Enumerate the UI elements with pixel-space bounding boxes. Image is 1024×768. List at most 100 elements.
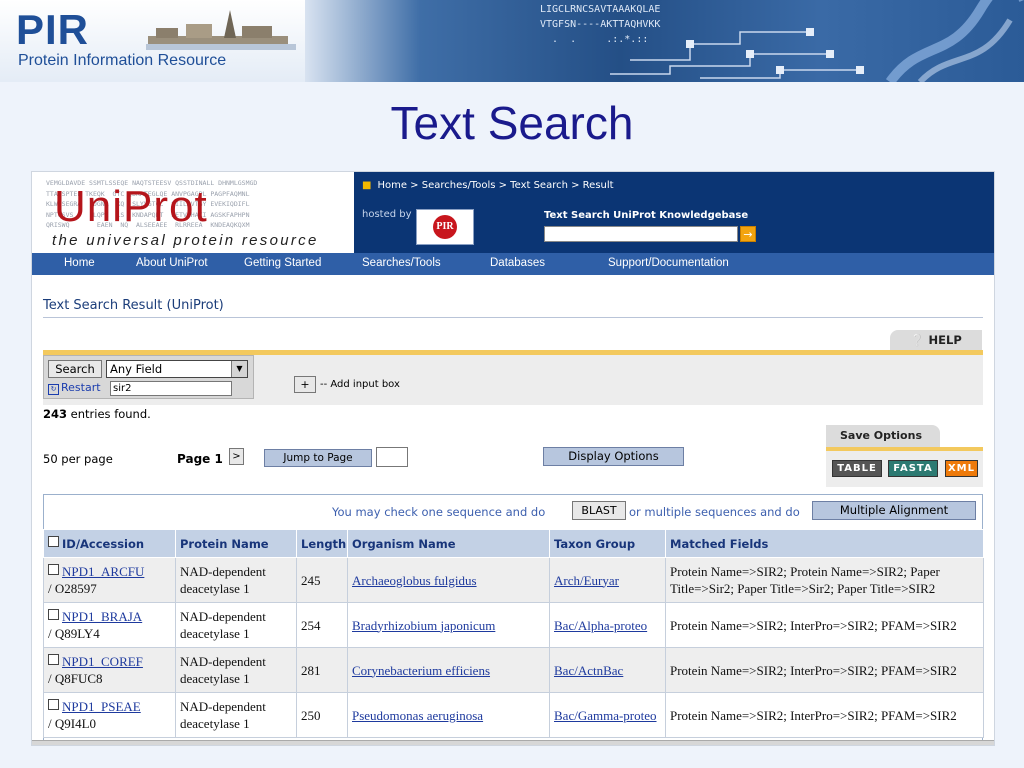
protein-cell: NAD-dependent deacetylase 1 (175, 647, 297, 693)
add-input-label: -- Add input box (320, 379, 400, 390)
row-checkbox[interactable] (48, 699, 59, 710)
restart-link[interactable]: ↻ Restart (48, 381, 101, 395)
nav-searches-tools[interactable]: Searches/Tools (362, 257, 441, 269)
multiple-alignment-button[interactable]: Multiple Alignment (812, 501, 976, 520)
blast-instruction: You may check one sequence and do (332, 505, 546, 519)
slide-title: Text Search (390, 97, 634, 149)
entry-id-link[interactable]: NPD1_ARCFU (62, 564, 144, 579)
taxon-link[interactable]: Arch/Euryar (554, 573, 619, 588)
pir-logo-text: PIR (16, 6, 90, 53)
entries-count: 243 entries found. (43, 407, 151, 421)
jump-to-page-button[interactable]: Jump to Page (264, 449, 372, 467)
table-row: NPD1_COREF / Q8FUC8 NAD-dependent deacety… (43, 647, 984, 693)
column-header-organism[interactable]: Organism Name (347, 529, 550, 558)
matched-cell: Protein Name=>SIR2; InterPro=>SIR2; PFAM… (665, 602, 984, 648)
building-skyline-icon (146, 10, 296, 50)
organism-link[interactable]: Bradyrhizobium japonicum (352, 618, 495, 633)
save-options-tab: Save Options (826, 425, 940, 447)
taxon-cell: Arch/Euryar (549, 557, 666, 603)
results-table: ID/Accession Protein Name Length Organis… (43, 529, 984, 738)
alignment-instruction: or multiple sequences and do (629, 505, 800, 519)
horizontal-scrollbar[interactable] (32, 740, 994, 745)
uniprot-logo[interactable]: UniProt (54, 184, 208, 230)
taxon-cell: Bac/ActnBac (549, 647, 666, 693)
fasta-format-button[interactable]: FASTA (888, 460, 938, 477)
protein-cell: NAD-dependent deacetylase 1 (175, 557, 297, 603)
pir-badge-icon: PIR (433, 215, 457, 239)
table-format-button[interactable]: TABLE (832, 460, 882, 477)
bullet-icon: ■ (362, 180, 372, 191)
select-all-checkbox[interactable] (48, 536, 59, 547)
table-row: NPD1_PSEAE / Q9I4L0 NAD-dependent deacety… (43, 692, 984, 738)
column-header-id[interactable]: ID/Accession (43, 529, 176, 558)
organism-cell: Pseudomonas aeruginosa (347, 692, 550, 738)
field-select[interactable]: Any Field ▼ (106, 360, 248, 378)
page-number-input[interactable] (376, 447, 408, 467)
length-cell: 245 (296, 557, 348, 603)
organism-link[interactable]: Corynebacterium efficiens (352, 663, 490, 678)
quick-search-go-icon[interactable]: → (740, 226, 756, 242)
matched-cell: Protein Name=>SIR2; InterPro=>SIR2; PFAM… (665, 647, 984, 693)
nav-getting-started[interactable]: Getting Started (244, 257, 321, 269)
row-checkbox[interactable] (48, 564, 59, 575)
pir-logo-subtitle: Protein Information Resource (18, 52, 227, 69)
page-indicator: Page 1 (177, 452, 223, 466)
column-header-taxon[interactable]: Taxon Group (549, 529, 666, 558)
id-cell: NPD1_BRAJA / Q89LY4 (43, 602, 176, 648)
column-header-length[interactable]: Length (296, 529, 348, 558)
taxon-link[interactable]: Bac/Gamma-proteo (554, 708, 657, 723)
refresh-icon: ↻ (48, 384, 59, 395)
organism-cell: Bradyrhizobium japonicum (347, 602, 550, 648)
pir-logo-area: PIR Protein Information Resource (0, 0, 305, 82)
dna-helix-icon (885, 0, 1024, 82)
protein-cell: NAD-dependent deacetylase 1 (175, 602, 297, 648)
entry-id-link[interactable]: NPD1_BRAJA (62, 609, 142, 624)
search-button[interactable]: Search (48, 360, 102, 378)
circuit-decoration-icon (610, 28, 864, 79)
organism-link[interactable]: Pseudomonas aeruginosa (352, 708, 483, 723)
chevron-down-icon[interactable]: ▼ (231, 361, 247, 377)
next-page-button[interactable]: > (229, 448, 244, 465)
matched-cell: Protein Name=>SIR2; InterPro=>SIR2; PFAM… (665, 692, 984, 738)
pir-badge[interactable]: PIR (416, 209, 474, 245)
id-cell: NPD1_ARCFU / O28597 (43, 557, 176, 603)
nav-home[interactable]: Home (64, 257, 95, 269)
site-header: VEMGLDAVDE SSMTLSSEQE NAQTSTEESV QSSTDIN… (32, 172, 994, 253)
table-row: NPD1_ARCFU / O28597 NAD-dependent deacety… (43, 557, 984, 603)
nav-support-documentation[interactable]: Support/Documentation (608, 257, 729, 269)
nav-databases[interactable]: Databases (490, 257, 545, 269)
hosted-by-label: hosted by (362, 209, 412, 220)
header-panel: ■ Home > Searches/Tools > Text Search > R… (354, 172, 994, 253)
uniprot-tagline: the universal protein resource (52, 232, 319, 249)
xml-format-button[interactable]: XML (945, 460, 978, 477)
length-cell: 254 (296, 602, 348, 648)
column-header-matched: Matched Fields (665, 529, 984, 558)
protein-cell: NAD-dependent deacetylase 1 (175, 692, 297, 738)
taxon-link[interactable]: Bac/ActnBac (554, 663, 623, 678)
quick-search-input[interactable] (544, 226, 738, 242)
display-options-button[interactable]: Display Options (543, 447, 684, 466)
entry-id-link[interactable]: NPD1_PSEAE (62, 699, 141, 714)
nav-about-uniprot[interactable]: About UniProt (136, 257, 208, 269)
per-page-label: 50 per page (43, 452, 113, 466)
breadcrumb: ■ Home > Searches/Tools > Text Search > R… (362, 180, 614, 191)
search-form: Search Any Field ▼ ↻ Restart sir2 (43, 355, 254, 399)
add-input-button[interactable]: + (294, 376, 316, 393)
help-button[interactable]: ❔ HELP (890, 330, 982, 351)
quick-search-label: Text Search UniProt Knowledgebase (544, 210, 749, 221)
matched-cell: Protein Name=>SIR2; Protein Name=>SIR2; … (665, 557, 984, 603)
id-cell: NPD1_PSEAE / Q9I4L0 (43, 692, 176, 738)
main-nav: Home About UniProt Getting Started Searc… (32, 253, 994, 275)
row-checkbox[interactable] (48, 654, 59, 665)
taxon-link[interactable]: Bac/Alpha-proteo (554, 618, 647, 633)
blast-button[interactable]: BLAST (572, 501, 626, 520)
page-title: Text Search Result (UniProt) (43, 298, 224, 313)
table-header-row: ID/Accession Protein Name Length Organis… (43, 529, 984, 558)
column-header-protein[interactable]: Protein Name (175, 529, 297, 558)
entry-id-link[interactable]: NPD1_COREF (62, 654, 143, 669)
search-term-input[interactable]: sir2 (110, 381, 232, 396)
uniprot-page: VEMGLDAVDE SSMTLSSEQE NAQTSTEESV QSSTDIN… (31, 171, 995, 746)
organism-link[interactable]: Archaeoglobus fulgidus (352, 573, 477, 588)
row-checkbox[interactable] (48, 609, 59, 620)
length-cell: 250 (296, 692, 348, 738)
